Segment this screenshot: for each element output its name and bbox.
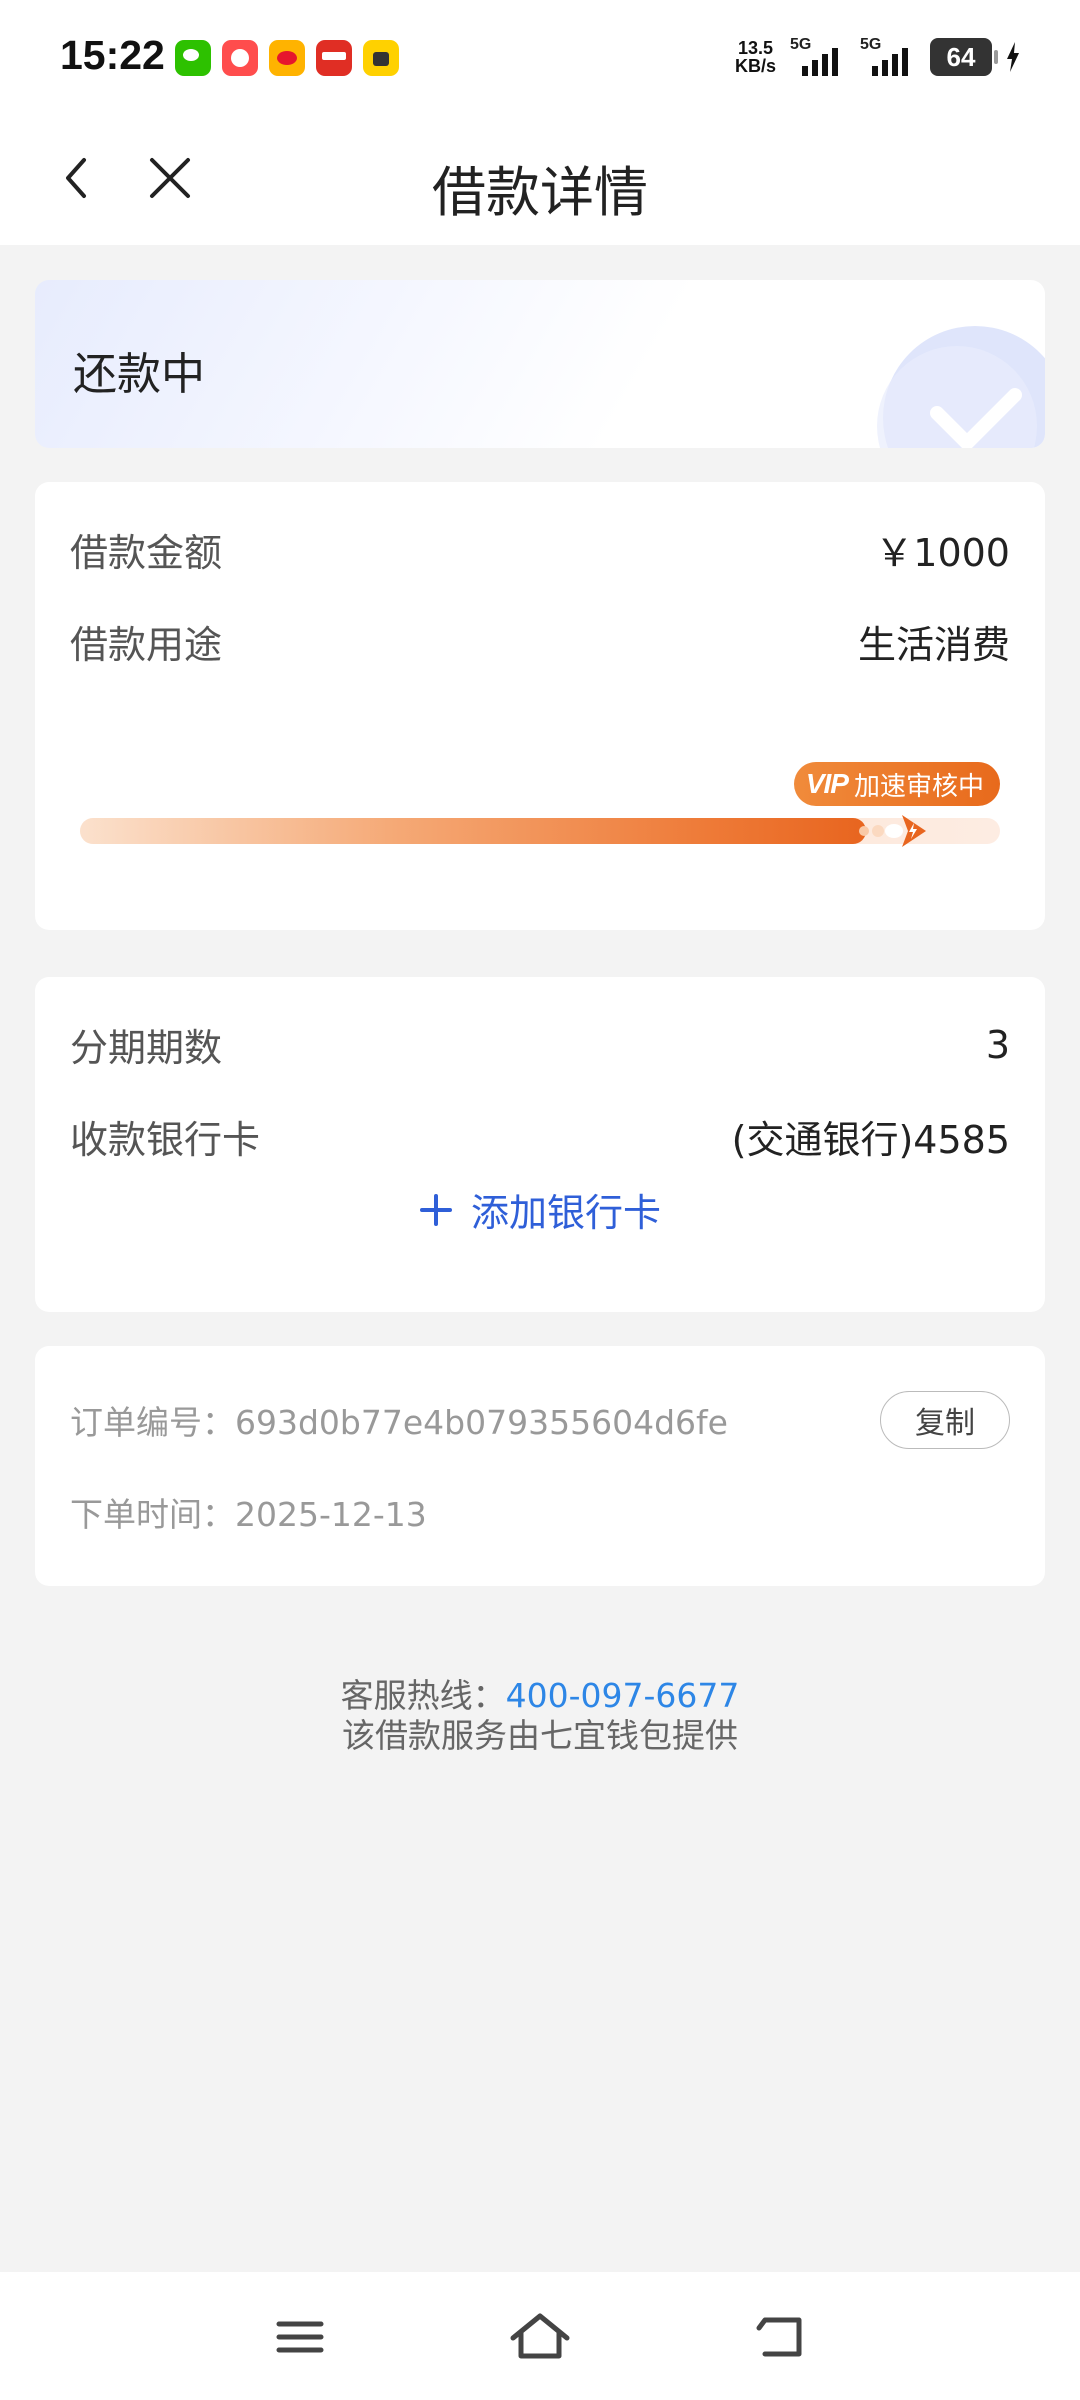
status-time: 15:22	[60, 32, 165, 78]
clown-app-icon	[222, 40, 258, 76]
order-time-row: 下单时间：2025-12-13	[70, 1488, 427, 1536]
charging-icon	[1007, 42, 1019, 72]
network-speed: 13.5 KB/s	[735, 39, 776, 75]
periods-value: 3	[985, 1022, 1010, 1067]
rocket-icon	[859, 815, 926, 847]
wechat-icon	[175, 40, 211, 76]
loan-status: 还款中	[73, 349, 205, 400]
bank-card-value: (交通银行)4585	[731, 1118, 1010, 1162]
weibo-icon	[269, 40, 305, 76]
loan-purpose-value: 生活消费	[857, 623, 1010, 667]
loan-purpose-row: 借款用途 生活消费	[70, 614, 1010, 669]
status-indicators: 13.5 KB/s 5G 5G 64	[735, 36, 1020, 78]
plus-icon	[419, 1193, 452, 1226]
order-time-value: 2025-12-13	[235, 1495, 427, 1534]
check-circle-icon	[877, 326, 1045, 448]
order-number-row: 订单编号：693d0b77e4b079355604d6fe	[70, 1396, 728, 1444]
loan-amount-value: ￥1000	[875, 531, 1010, 575]
review-status-text: 加速审核中	[853, 771, 984, 802]
loan-status-card: 还款中	[35, 280, 1045, 448]
copy-button[interactable]: 复制	[880, 1391, 1010, 1449]
vip-review-badge: VIP 加速审核中	[793, 762, 1000, 806]
network-speed-value: 13.5	[737, 38, 774, 58]
bank-card-row[interactable]: 收款银行卡 (交通银行)4585	[70, 1109, 1010, 1164]
order-info-card: 订单编号：693d0b77e4b079355604d6fe 复制 下单时间：20…	[35, 1346, 1045, 1586]
back-nav-icon[interactable]	[745, 2302, 815, 2372]
bank-card-label: 收款银行卡	[70, 1118, 261, 1162]
meituan-icon	[363, 40, 399, 76]
hotline-label: 客服热线：	[340, 1676, 506, 1715]
order-number-label: 订单编号：	[70, 1403, 235, 1442]
installment-card: 分期期数 3 收款银行卡 (交通银行)4585 添加银行卡	[35, 977, 1045, 1312]
status-bar: 15:22 13.5 KB/s 5G 5G 64	[0, 0, 1080, 118]
loan-info-card: 借款金额 ￥1000 借款用途 生活消费 VIP 加速审核中	[35, 482, 1045, 930]
progress-fill	[80, 818, 866, 844]
provider-text: 该借款服务由七宜钱包提供	[342, 1716, 738, 1755]
periods-label: 分期期数	[70, 1026, 223, 1070]
order-number-value: 693d0b77e4b079355604d6fe	[235, 1403, 728, 1442]
order-time-label: 下单时间：	[70, 1495, 235, 1534]
loan-amount-row: 借款金额 ￥1000	[70, 522, 1010, 577]
menu-icon[interactable]	[265, 2302, 335, 2372]
hotline-line: 客服热线：400-097-6677	[0, 1676, 1080, 1716]
loan-amount-label: 借款金额	[70, 531, 223, 575]
page-title: 借款详情	[432, 161, 648, 224]
page-header: 借款详情	[0, 118, 1080, 245]
signal-1-icon: 5G	[790, 36, 846, 78]
hotline-number-link[interactable]: 400-097-6677	[506, 1676, 740, 1715]
add-bank-card-button[interactable]: 添加银行卡	[35, 1182, 1045, 1237]
service-info: 客服热线：400-097-6677 该借款服务由七宜钱包提供	[0, 1676, 1080, 1756]
battery-icon: 64	[930, 38, 998, 76]
home-icon[interactable]	[505, 2302, 575, 2372]
periods-row: 分期期数 3	[70, 1017, 1010, 1072]
network-speed-unit: KB/s	[734, 56, 776, 76]
review-progress: VIP 加速审核中	[80, 762, 1000, 862]
pinduoduo-icon	[316, 40, 352, 76]
notification-app-icons	[175, 40, 399, 76]
system-nav-bar	[0, 2272, 1080, 2400]
loan-purpose-label: 借款用途	[70, 623, 223, 667]
vip-label: VIP	[805, 768, 849, 799]
signal-2-icon: 5G	[860, 36, 916, 78]
add-bank-card-label: 添加银行卡	[470, 1191, 661, 1235]
